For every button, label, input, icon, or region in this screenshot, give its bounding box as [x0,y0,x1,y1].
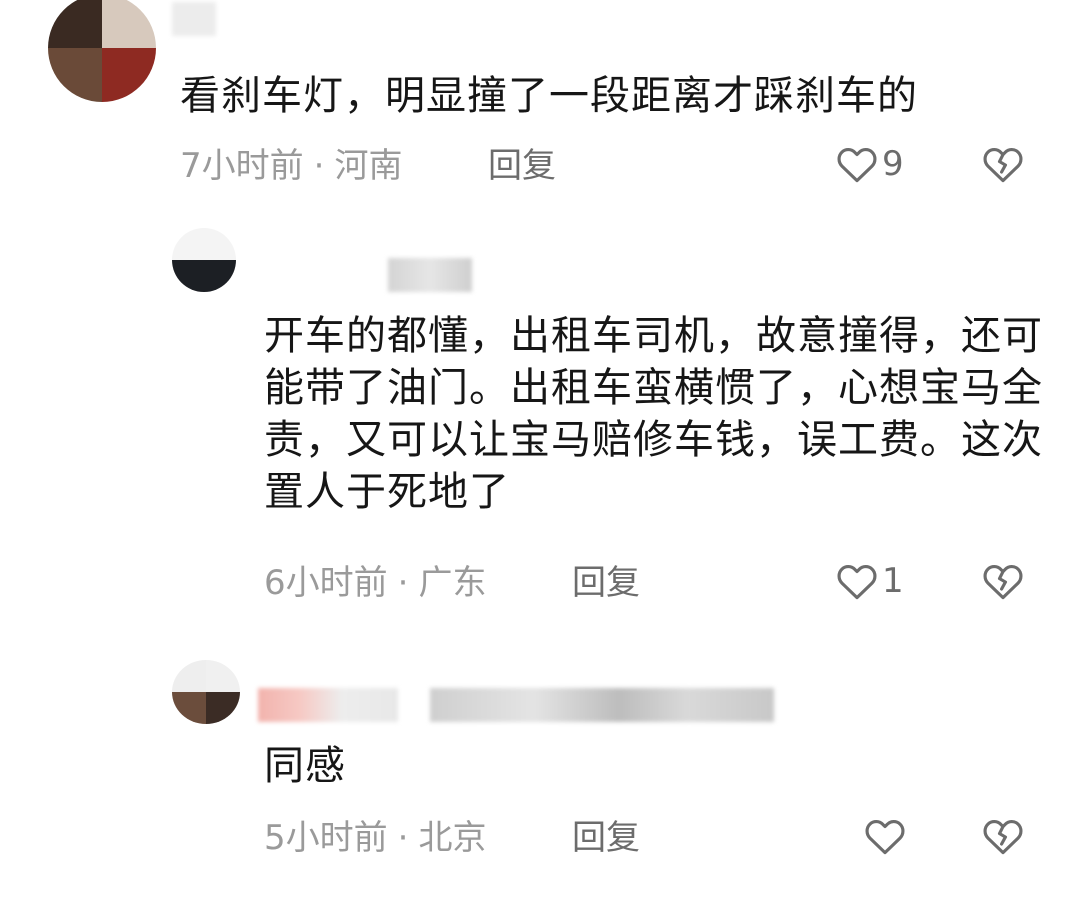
broken-heart-icon [983,820,1023,855]
comment-list: 看刹车灯，明显撞了一段距离才踩刹车的 7小时前·河南 回复 9 开车的都懂， [0,0,1084,914]
reply-time: 5小时前 [264,818,388,858]
reply-button[interactable]: 回复 [572,818,640,858]
reply-location: 北京 [418,818,487,858]
reply-item: 同感 5小时前 · 北京 回复 [0,0,1084,914]
like-button[interactable] [864,816,910,856]
reply-text: 同感 [264,743,346,789]
heart-outline-icon [865,820,905,855]
reply-meta: 5小时前 · 北京 [264,818,486,858]
meta-separator: · [397,818,409,858]
reply-target-blurred[interactable] [430,688,774,722]
username-blurred[interactable] [258,688,398,722]
dislike-button[interactable] [982,816,1024,860]
avatar[interactable] [172,660,240,724]
